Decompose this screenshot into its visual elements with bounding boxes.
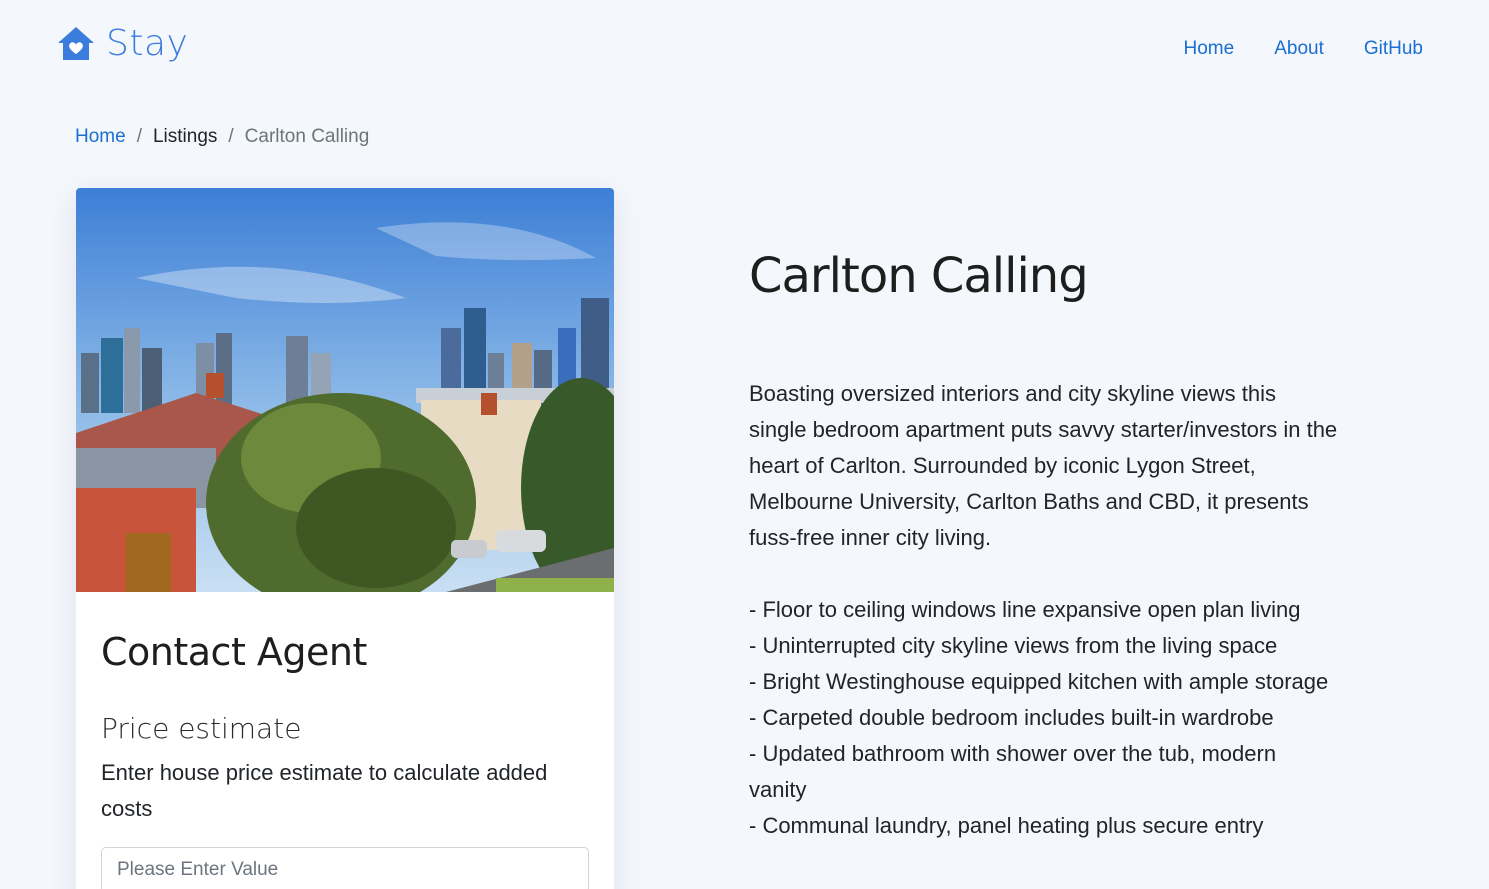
feature-list: - Floor to ceiling windows line expansiv… <box>749 592 1339 844</box>
price-estimate-title: Price estimate <box>101 712 302 745</box>
nav-about-link[interactable]: About <box>1274 38 1324 60</box>
brand-logo-link[interactable]: Stay <box>56 24 188 64</box>
breadcrumb-home-link[interactable]: Home <box>75 126 126 148</box>
feature-item: - Floor to ceiling windows line expansiv… <box>749 597 1301 622</box>
breadcrumb-current: Carlton Calling <box>244 126 370 147</box>
nav-home-link[interactable]: Home <box>1184 38 1235 60</box>
price-estimate-input[interactable] <box>101 847 589 889</box>
listing-description: Boasting oversized interiors and city sk… <box>749 381 1338 550</box>
nav-github-link[interactable]: GitHub <box>1364 38 1423 60</box>
price-estimate-description: Enter house price estimate to calculate … <box>101 760 548 821</box>
feature-item: - Carpeted double bedroom includes built… <box>749 705 1274 730</box>
house-heart-icon <box>58 27 94 60</box>
contact-card: Contact Agent Price estimate Enter house… <box>76 188 614 889</box>
breadcrumb-separator: / <box>228 126 234 147</box>
nav-links: Home About GitHub <box>1184 38 1423 60</box>
contact-card-body: Contact Agent Price estimate Enter house… <box>76 630 614 889</box>
contact-agent-title: Contact Agent <box>101 630 367 674</box>
listing-title: Carlton Calling <box>749 248 1089 304</box>
feature-item: - Bright Westinghouse equipped kitchen w… <box>749 669 1329 694</box>
feature-item: - Updated bathroom with shower over the … <box>749 741 1277 802</box>
breadcrumb-listings[interactable]: Listings <box>153 126 217 148</box>
breadcrumb-separator: / <box>136 126 142 147</box>
feature-item: - Communal laundry, panel heating plus s… <box>749 813 1264 838</box>
property-photo <box>76 188 614 592</box>
brand-name: Stay <box>106 23 189 64</box>
navbar: Stay Home About GitHub <box>0 0 1489 95</box>
breadcrumb: Home / Listings / Carlton Calling <box>75 126 369 148</box>
feature-item: - Uninterrupted city skyline views from … <box>749 633 1278 658</box>
